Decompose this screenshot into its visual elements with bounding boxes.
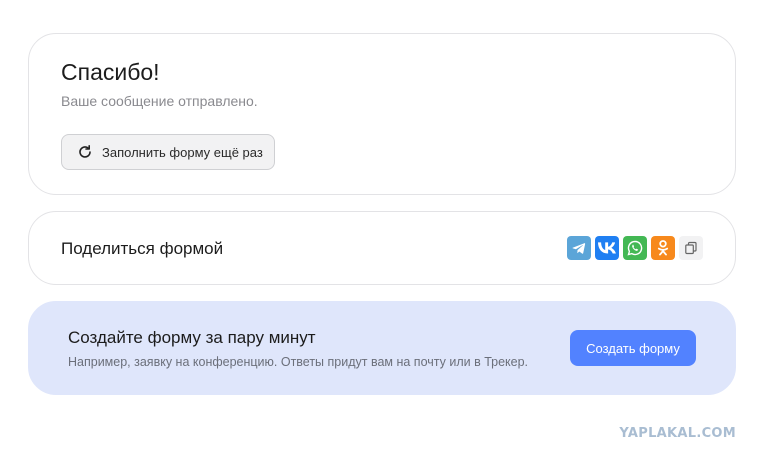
refill-form-label: Заполнить форму ещё раз xyxy=(102,144,263,160)
thanks-subtitle: Ваше сообщение отправлено. xyxy=(61,93,258,109)
copy-link-icon[interactable] xyxy=(679,236,703,260)
promo-subtitle: Например, заявку на конференцию. Ответы … xyxy=(68,355,529,369)
promo-title: Создайте форму за пару минут xyxy=(68,328,316,347)
share-icons xyxy=(567,236,703,260)
thanks-card: Спасибо! Ваше сообщение отправлено. Запо… xyxy=(28,33,736,195)
watermark: YAPLAKAL.COM xyxy=(619,426,736,441)
odnoklassniki-icon[interactable] xyxy=(651,236,675,260)
telegram-icon[interactable] xyxy=(567,236,591,260)
refill-form-button[interactable]: Заполнить форму ещё раз xyxy=(61,134,275,170)
thanks-title: Спасибо! xyxy=(61,59,160,85)
whatsapp-icon[interactable] xyxy=(623,236,647,260)
refresh-icon xyxy=(77,144,93,160)
share-title: Поделиться формой xyxy=(61,239,224,258)
share-card: Поделиться формой xyxy=(28,211,736,285)
create-form-button[interactable]: Создать форму xyxy=(570,330,696,366)
promo-card: Создайте форму за пару минут Например, з… xyxy=(28,301,736,395)
vk-icon[interactable] xyxy=(595,236,619,260)
